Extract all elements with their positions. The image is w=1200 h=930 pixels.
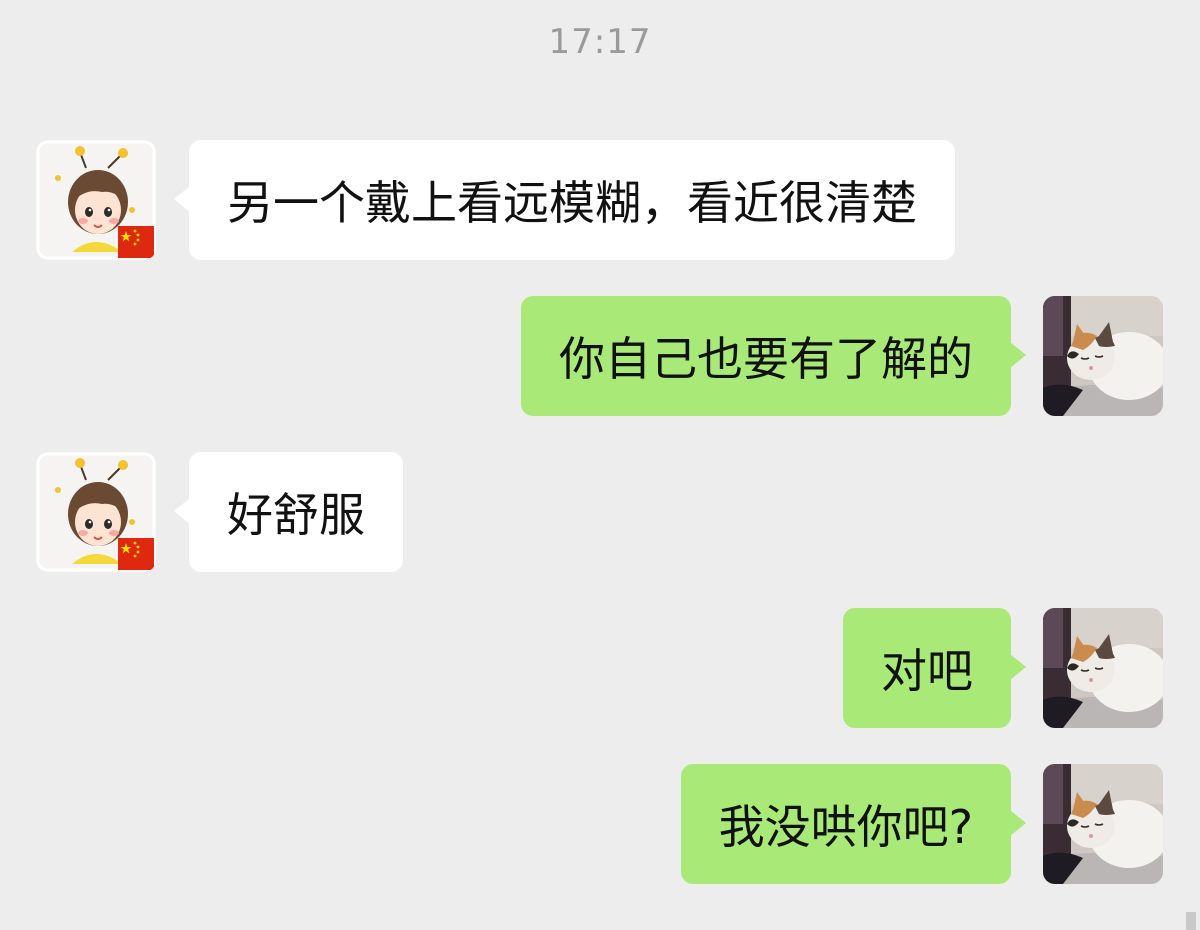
cat-avatar-icon — [1043, 608, 1163, 728]
outgoing-message-bubble[interactable]: 我没哄你吧? — [680, 764, 1011, 884]
message-row: 好舒服 — [0, 452, 1200, 572]
outgoing-message-bubble[interactable]: 对吧 — [843, 608, 1011, 728]
bubble-tail — [1010, 654, 1026, 680]
my-avatar[interactable] — [1043, 296, 1163, 416]
bubble-tail — [174, 186, 190, 212]
message-row: 另一个戴上看远模糊，看近很清楚 — [0, 140, 1200, 260]
china-flag-icon — [118, 538, 154, 570]
friend-avatar[interactable] — [36, 140, 156, 260]
bubble-tail — [1010, 342, 1026, 368]
scrollbar[interactable] — [1186, 912, 1196, 930]
friend-avatar[interactable] — [36, 452, 156, 572]
my-avatar[interactable] — [1043, 608, 1163, 728]
message-row: 我没哄你吧? — [0, 764, 1200, 884]
outgoing-message-bubble[interactable]: 你自己也要有了解的 — [521, 296, 1011, 416]
bubble-tail — [174, 498, 190, 524]
incoming-message-bubble[interactable]: 另一个戴上看远模糊，看近很清楚 — [189, 140, 955, 260]
china-flag-icon — [118, 226, 154, 258]
my-avatar[interactable] — [1043, 764, 1163, 884]
message-row: 你自己也要有了解的 — [0, 296, 1200, 416]
incoming-message-bubble[interactable]: 好舒服 — [189, 452, 403, 572]
girl-avatar-icon — [36, 140, 156, 260]
message-row: 对吧 — [0, 608, 1200, 728]
cat-avatar-icon — [1043, 764, 1163, 884]
girl-avatar-icon — [36, 452, 156, 572]
bubble-tail — [1010, 810, 1026, 836]
cat-avatar-icon — [1043, 296, 1163, 416]
message-timestamp: 17:17 — [548, 22, 652, 62]
